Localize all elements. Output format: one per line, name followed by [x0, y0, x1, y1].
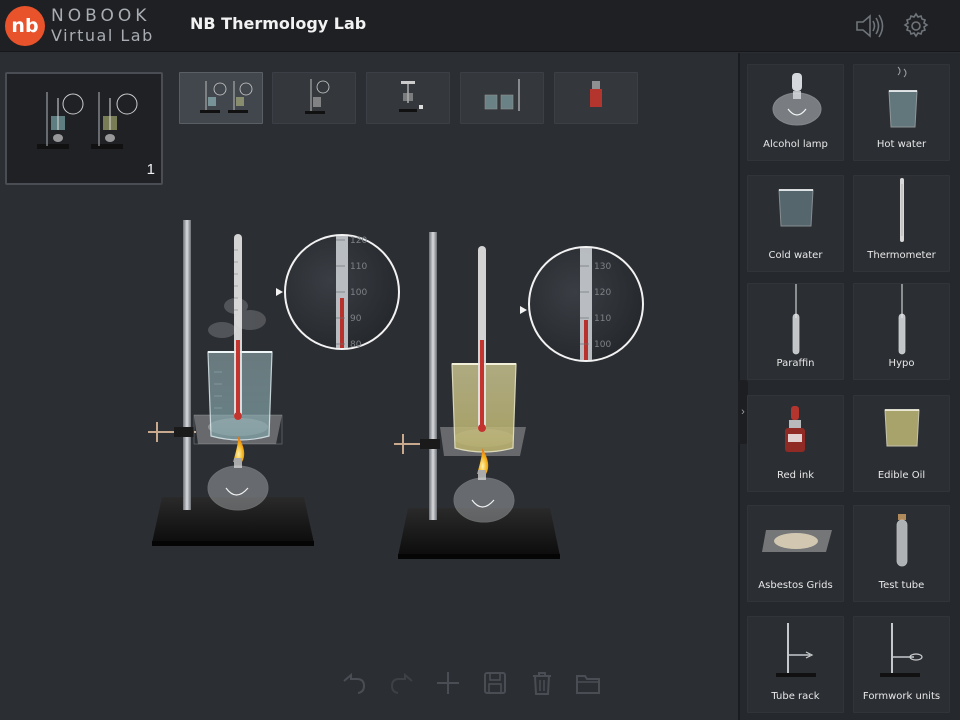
lens-left-mark-0: 120: [350, 236, 367, 246]
beaker-oil-icon: [884, 409, 920, 447]
equipment-item-hot-water[interactable]: Hot water: [853, 64, 950, 161]
equipment-label: Formwork units: [862, 691, 941, 702]
equipment-item-asbestos-grids[interactable]: Asbestos Grids: [747, 505, 844, 602]
dropper-bottle-icon: [785, 406, 805, 452]
equipment-item-paraffin[interactable]: Paraffin: [747, 283, 844, 380]
hypo-tube-icon: [898, 284, 906, 355]
equipment-label: Thermometer: [867, 250, 936, 261]
equipment-item-test-tube[interactable]: Test tube: [853, 505, 950, 602]
left-apparatus: 120 110 100 90 80: [148, 220, 400, 546]
save-icon[interactable]: [480, 668, 510, 698]
thermometer-icon: [900, 178, 904, 242]
equipment-item-formwork-units[interactable]: Formwork units: [853, 616, 950, 713]
tube-rack-icon: [776, 623, 816, 677]
equipment-item-tube-rack[interactable]: Tube rack: [747, 616, 844, 713]
equipment-item-edible-oil[interactable]: Edible Oil: [853, 395, 950, 492]
open-folder-icon[interactable]: [573, 668, 603, 698]
lens-right-mark-3: 100: [594, 340, 611, 350]
lens-left-mark-1: 110: [350, 262, 367, 272]
add-icon[interactable]: [433, 668, 463, 698]
equipment-item-thermometer[interactable]: Thermometer: [853, 175, 950, 272]
beaker-cold-water-icon: [778, 189, 814, 227]
undo-icon[interactable]: [338, 668, 368, 698]
equipment-label: Edible Oil: [877, 470, 926, 481]
beaker-hot-water-icon: [888, 66, 918, 128]
lens-right-mark-2: 110: [594, 314, 611, 324]
equipment-item-red-ink[interactable]: Red ink: [747, 395, 844, 492]
lens-left-mark-4: 80: [350, 340, 362, 350]
equipment-item-cold-water[interactable]: Cold water: [747, 175, 844, 272]
lens-left-mark-3: 90: [350, 314, 362, 324]
lens-left-mark-2: 100: [350, 288, 367, 298]
equipment-item-hypo[interactable]: Hypo: [853, 283, 950, 380]
right-apparatus: 130 120 110 100: [394, 232, 644, 559]
equipment-label: Red ink: [776, 470, 815, 481]
equipment-item-alcohol-lamp[interactable]: Alcohol lamp: [747, 64, 844, 161]
asbestos-grid-icon: [762, 530, 832, 552]
equipment-label: Paraffin: [776, 358, 815, 369]
sound-icon[interactable]: [854, 13, 884, 39]
test-tube-icon: [896, 514, 908, 567]
lens-right-mark-1: 120: [594, 288, 611, 298]
paraffin-tube-icon: [792, 284, 800, 355]
equipment-label: Cold water: [768, 250, 823, 261]
formwork-stand-icon: [880, 623, 923, 677]
equipment-label: Hot water: [876, 139, 927, 150]
alcohol-lamp-icon: [772, 73, 822, 126]
equipment-label: Test tube: [878, 580, 925, 591]
equipment-label: Alcohol lamp: [763, 139, 828, 150]
delete-icon[interactable]: [527, 668, 557, 698]
equipment-label: Hypo: [888, 358, 915, 369]
chevron-right-icon: ›: [741, 406, 745, 418]
lens-right-mark-0: 130: [594, 262, 611, 272]
equipment-label: Asbestos Grids: [758, 580, 833, 591]
gear-icon[interactable]: [902, 12, 930, 40]
apparatus-scene: 120 110 100 90 80 130 120 110 100: [148, 220, 644, 559]
redo-icon[interactable]: [388, 668, 418, 698]
equipment-label: Tube rack: [771, 691, 820, 702]
